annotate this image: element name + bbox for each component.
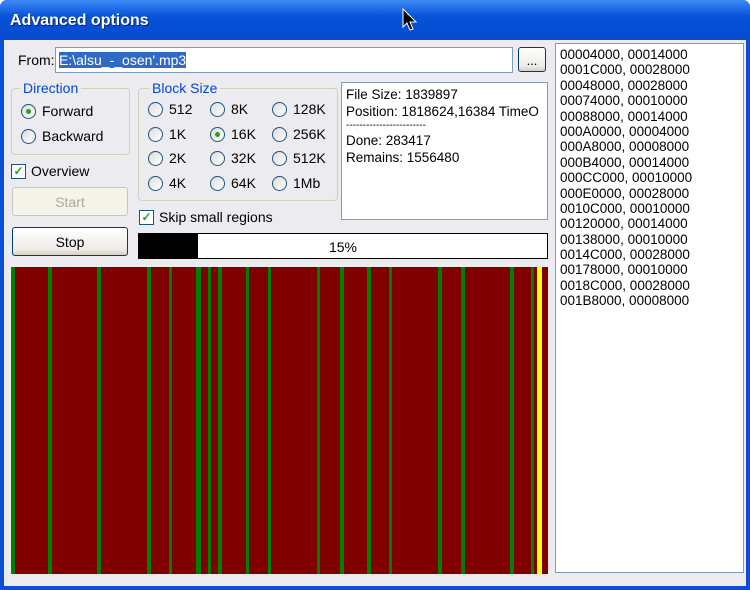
skip-small-regions-checkbox[interactable]: ✓ xyxy=(139,210,154,225)
block-size-radio-16k[interactable] xyxy=(210,126,225,142)
direction-label: Forward xyxy=(42,103,94,119)
good-region-stripe xyxy=(196,267,201,574)
good-region-stripe xyxy=(48,267,52,574)
done-text: Done: 283417 xyxy=(346,133,431,148)
region-list-item[interactable]: 00048000, 00028000 xyxy=(560,78,739,93)
region-list-item[interactable]: 00004000, 00014000 xyxy=(560,47,739,62)
block-size-radio-1mb[interactable] xyxy=(272,175,287,191)
region-list-item[interactable]: 000A8000, 00008000 xyxy=(560,139,739,154)
good-region-stripe xyxy=(531,267,534,574)
region-list-item[interactable]: 00138000, 00010000 xyxy=(560,232,739,247)
block-size-label: 256K xyxy=(293,125,326,142)
browse-button[interactable]: ... xyxy=(518,47,546,72)
region-list-item[interactable]: 00178000, 00010000 xyxy=(560,262,739,277)
region-list-item[interactable]: 00088000, 00014000 xyxy=(560,109,739,124)
good-region-stripe xyxy=(208,267,211,574)
progress-label: 15% xyxy=(328,239,358,255)
file-size-text: File Size: 1839897 xyxy=(346,87,458,102)
good-region-stripe xyxy=(340,267,344,574)
block-size-label: 4K xyxy=(169,174,187,191)
overview-checkbox[interactable]: ✓ xyxy=(11,164,26,179)
disk-region-map xyxy=(11,267,548,574)
block-size-radio-1k[interactable] xyxy=(148,126,163,142)
good-region-stripe xyxy=(438,267,442,574)
from-label: From: xyxy=(18,52,55,68)
skip-small-regions-label: Skip small regions xyxy=(159,209,273,225)
region-list-item[interactable]: 0001C000, 00028000 xyxy=(560,62,739,77)
good-region-stripe xyxy=(268,267,271,574)
good-region-stripe xyxy=(11,267,15,574)
good-region-stripe xyxy=(317,267,320,574)
window-title: Advanced options xyxy=(10,12,149,29)
block-size-radio-64k[interactable] xyxy=(210,175,225,191)
block-size-label: 32K xyxy=(231,150,256,166)
current-position-marker xyxy=(537,267,542,574)
good-region-stripe xyxy=(510,267,514,574)
block-size-label: 16K xyxy=(231,125,256,142)
block-size-label: 2K xyxy=(169,150,187,166)
block-size-radio-512[interactable] xyxy=(148,102,163,117)
direction-label: Backward xyxy=(42,128,104,144)
direction-radio-forward[interactable] xyxy=(21,104,36,119)
block-size-label: 512K xyxy=(293,150,326,166)
good-region-stripe xyxy=(367,267,371,574)
start-button[interactable]: Start xyxy=(12,187,128,216)
region-list-item[interactable]: 000B4000, 00014000 xyxy=(560,155,739,170)
block-size-label: 128K xyxy=(293,101,326,117)
good-region-stripe xyxy=(97,267,101,574)
region-list-item[interactable]: 000E0000, 00028000 xyxy=(560,186,739,201)
direction-legend: Direction xyxy=(20,80,82,96)
separator-text: ------------------------ xyxy=(346,120,426,131)
direction-group: Direction xyxy=(11,80,130,155)
block-size-label: 1Mb xyxy=(293,174,321,191)
title-bar[interactable]: Advanced options xyxy=(0,0,750,40)
block-size-radio-2k[interactable] xyxy=(148,151,163,166)
block-size-radio-128k[interactable] xyxy=(272,102,287,117)
stop-button[interactable]: Stop xyxy=(12,227,128,256)
info-box: File Size: 1839897 Position: 1818624,163… xyxy=(341,82,548,220)
block-size-label: 64K xyxy=(231,174,256,191)
block-size-label: 8K xyxy=(231,101,249,117)
region-list-item[interactable]: 0018C000, 00028000 xyxy=(560,278,739,293)
direction-radio-backward[interactable] xyxy=(21,129,36,144)
remains-text: Remains: 1556480 xyxy=(346,150,460,165)
region-list-item[interactable]: 0014C000, 00028000 xyxy=(560,247,739,262)
good-region-stripe xyxy=(246,267,249,574)
good-region-stripe xyxy=(461,267,465,574)
block-size-radio-512k[interactable] xyxy=(272,151,287,166)
block-size-legend: Block Size xyxy=(149,80,221,96)
block-size-radio-8k[interactable] xyxy=(210,102,225,117)
good-region-stripe xyxy=(218,267,222,574)
block-size-radio-32k[interactable] xyxy=(210,151,225,166)
from-path-value: E:\alsu_-_osen'.mp3 xyxy=(59,52,187,68)
block-size-radio-256k[interactable] xyxy=(272,126,287,142)
regions-listbox[interactable]: 00004000, 00014000 0001C000, 00028000 0004… xyxy=(555,43,744,573)
region-list-item[interactable]: 000A0000, 00004000 xyxy=(560,124,739,139)
good-region-stripe xyxy=(147,267,151,574)
block-size-label: 1K xyxy=(169,125,187,142)
region-list-item[interactable]: 0010C000, 00010000 xyxy=(560,201,739,216)
good-region-stripe xyxy=(389,267,392,574)
mouse-cursor-icon xyxy=(402,8,418,31)
block-size-radio-4k[interactable] xyxy=(148,175,163,191)
overview-label: Overview xyxy=(31,163,90,179)
region-list-item[interactable]: 00120000, 00014000 xyxy=(560,216,739,231)
position-text: Position: 1818624,16384 TimeO xyxy=(346,104,539,119)
region-list-item[interactable]: 000CC000, 00010000 xyxy=(560,170,739,185)
region-list-item[interactable]: 001B8000, 00008000 xyxy=(560,293,739,308)
from-path-input[interactable]: E:\alsu_-_osen'.mp3 xyxy=(55,47,513,73)
block-size-label: 512 xyxy=(169,101,193,117)
good-region-stripe xyxy=(169,267,172,574)
region-list-item[interactable]: 00074000, 00010000 xyxy=(560,93,739,108)
progress-bar: 15% xyxy=(138,233,548,259)
